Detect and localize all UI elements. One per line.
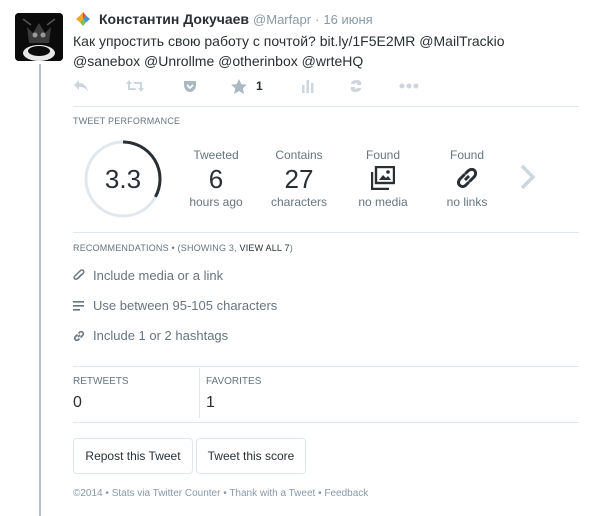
recommendation-item: Include media or a link <box>73 268 223 283</box>
stat-contains-value: 27 <box>284 164 314 194</box>
text-lines-icon <box>73 300 84 311</box>
footer-stats-link[interactable]: Stats via Twitter Counter <box>112 488 221 499</box>
author-handle[interactable]: @Marfapr <box>253 12 311 27</box>
view-all-link[interactable]: VIEW ALL 7 <box>240 243 290 253</box>
recommendation-text: Include 1 or 2 hashtags <box>93 328 229 343</box>
favorites-counter[interactable]: FAVORITES 1 <box>206 366 261 422</box>
footer-thank-link[interactable]: Thank with a Tweet <box>229 488 315 499</box>
tweet-date[interactable]: 16 июня <box>323 12 372 27</box>
retweets-value: 0 <box>73 394 82 411</box>
buffer-icon <box>350 80 362 92</box>
reply-icon <box>74 80 88 92</box>
recommendations-count-prefix: • (SHOWING 3, <box>168 243 240 253</box>
app-logo-icon <box>76 12 90 26</box>
card-top-border <box>73 106 579 107</box>
tweet-text: Как упростить свою работу с почтой? bit.… <box>73 31 543 71</box>
footer-feedback-link[interactable]: Feedback <box>324 488 368 499</box>
retweet-icon <box>126 80 144 92</box>
retweets-counter[interactable]: RETWEETS 0 <box>73 366 129 422</box>
analytics-button[interactable] <box>301 77 315 95</box>
thread-line <box>39 64 41 516</box>
link-icon <box>73 330 85 341</box>
star-icon <box>231 78 247 94</box>
pocket-button[interactable] <box>183 77 197 95</box>
tweet-header: Константин Докучаев @Marfapr · 16 июня <box>76 11 373 27</box>
stat-links-value: no links <box>446 195 488 209</box>
image-icon <box>371 166 395 190</box>
favorite-button[interactable]: 1 <box>231 77 263 95</box>
recommendations-header: RECOMMENDATIONS • (SHOWING 3, VIEW ALL 7… <box>73 243 293 253</box>
score-value: 3.3 <box>104 163 142 194</box>
author-name[interactable]: Константин Докучаев <box>99 11 249 27</box>
link-icon <box>457 167 478 189</box>
tweet-score-button[interactable]: Tweet this score <box>196 438 306 474</box>
performance-divider <box>73 232 579 233</box>
recommendation-item: Use between 95-105 characters <box>73 298 277 313</box>
stat-contains-unit: characters <box>270 195 328 209</box>
stat-links-label: Found <box>449 148 485 162</box>
paperclip-icon <box>73 269 85 280</box>
counter-separator <box>199 368 200 418</box>
tweet-link[interactable]: bit.ly/1F5E2MR <box>320 33 416 49</box>
ellipsis-icon <box>399 83 419 89</box>
tweet-mentions-line2[interactable]: @sanebox @Unrollme @otherinbox @wrteHQ <box>73 53 363 69</box>
stat-media: Found no media <box>343 148 423 209</box>
footer-copyright: ©2014 <box>73 488 103 499</box>
favorites-label: FAVORITES <box>206 376 262 387</box>
recommendations-label: RECOMMENDATIONS <box>73 243 169 253</box>
stat-links: Found no links <box>427 148 507 209</box>
stat-tweeted: Tweeted 6 hours ago <box>176 148 256 209</box>
retweet-button[interactable] <box>125 77 145 95</box>
footer-separator: • <box>220 488 230 499</box>
reply-button[interactable] <box>73 77 89 95</box>
stat-media-value: no media <box>358 195 408 209</box>
tweet-mentions-line1[interactable]: @MailTrackio <box>415 33 504 49</box>
recommendation-text: Use between 95-105 characters <box>93 298 278 313</box>
bar-chart-icon <box>302 80 314 93</box>
stat-tweeted-value: 6 <box>208 164 224 194</box>
stat-tweeted-unit: hours ago <box>189 195 243 209</box>
performance-label: TWEET PERFORMANCE <box>73 116 181 126</box>
recommendation-item: Include 1 or 2 hashtags <box>73 328 228 343</box>
favorites-value: 1 <box>206 394 215 411</box>
pocket-icon <box>184 81 196 92</box>
retweets-label: RETWEETS <box>73 376 129 387</box>
engagement-counters: RETWEETS 0 FAVORITES 1 <box>73 366 579 422</box>
more-button[interactable] <box>399 77 419 95</box>
repost-tweet-button[interactable]: Repost this Tweet <box>73 438 193 474</box>
counters-divider <box>73 422 579 423</box>
stat-media-label: Found <box>365 148 401 162</box>
recommendations-count-suffix: ) <box>289 243 293 253</box>
avatar[interactable] <box>15 13 63 61</box>
stat-contains: Contains 27 characters <box>259 148 339 209</box>
stat-contains-label: Contains <box>275 148 323 162</box>
tweet-text-plain: Как упростить свою работу с почтой? <box>73 33 320 49</box>
chevron-right-icon[interactable] <box>517 163 539 191</box>
header-separator: · <box>315 11 320 27</box>
stat-tweeted-label: Tweeted <box>193 148 239 162</box>
footer-separator: • <box>102 488 112 499</box>
buffer-button[interactable] <box>348 77 364 95</box>
favorite-count: 1 <box>256 79 263 93</box>
recommendation-text: Include media or a link <box>93 268 224 283</box>
footer: ©2014 • Stats via Twitter Counter • Than… <box>73 488 368 499</box>
